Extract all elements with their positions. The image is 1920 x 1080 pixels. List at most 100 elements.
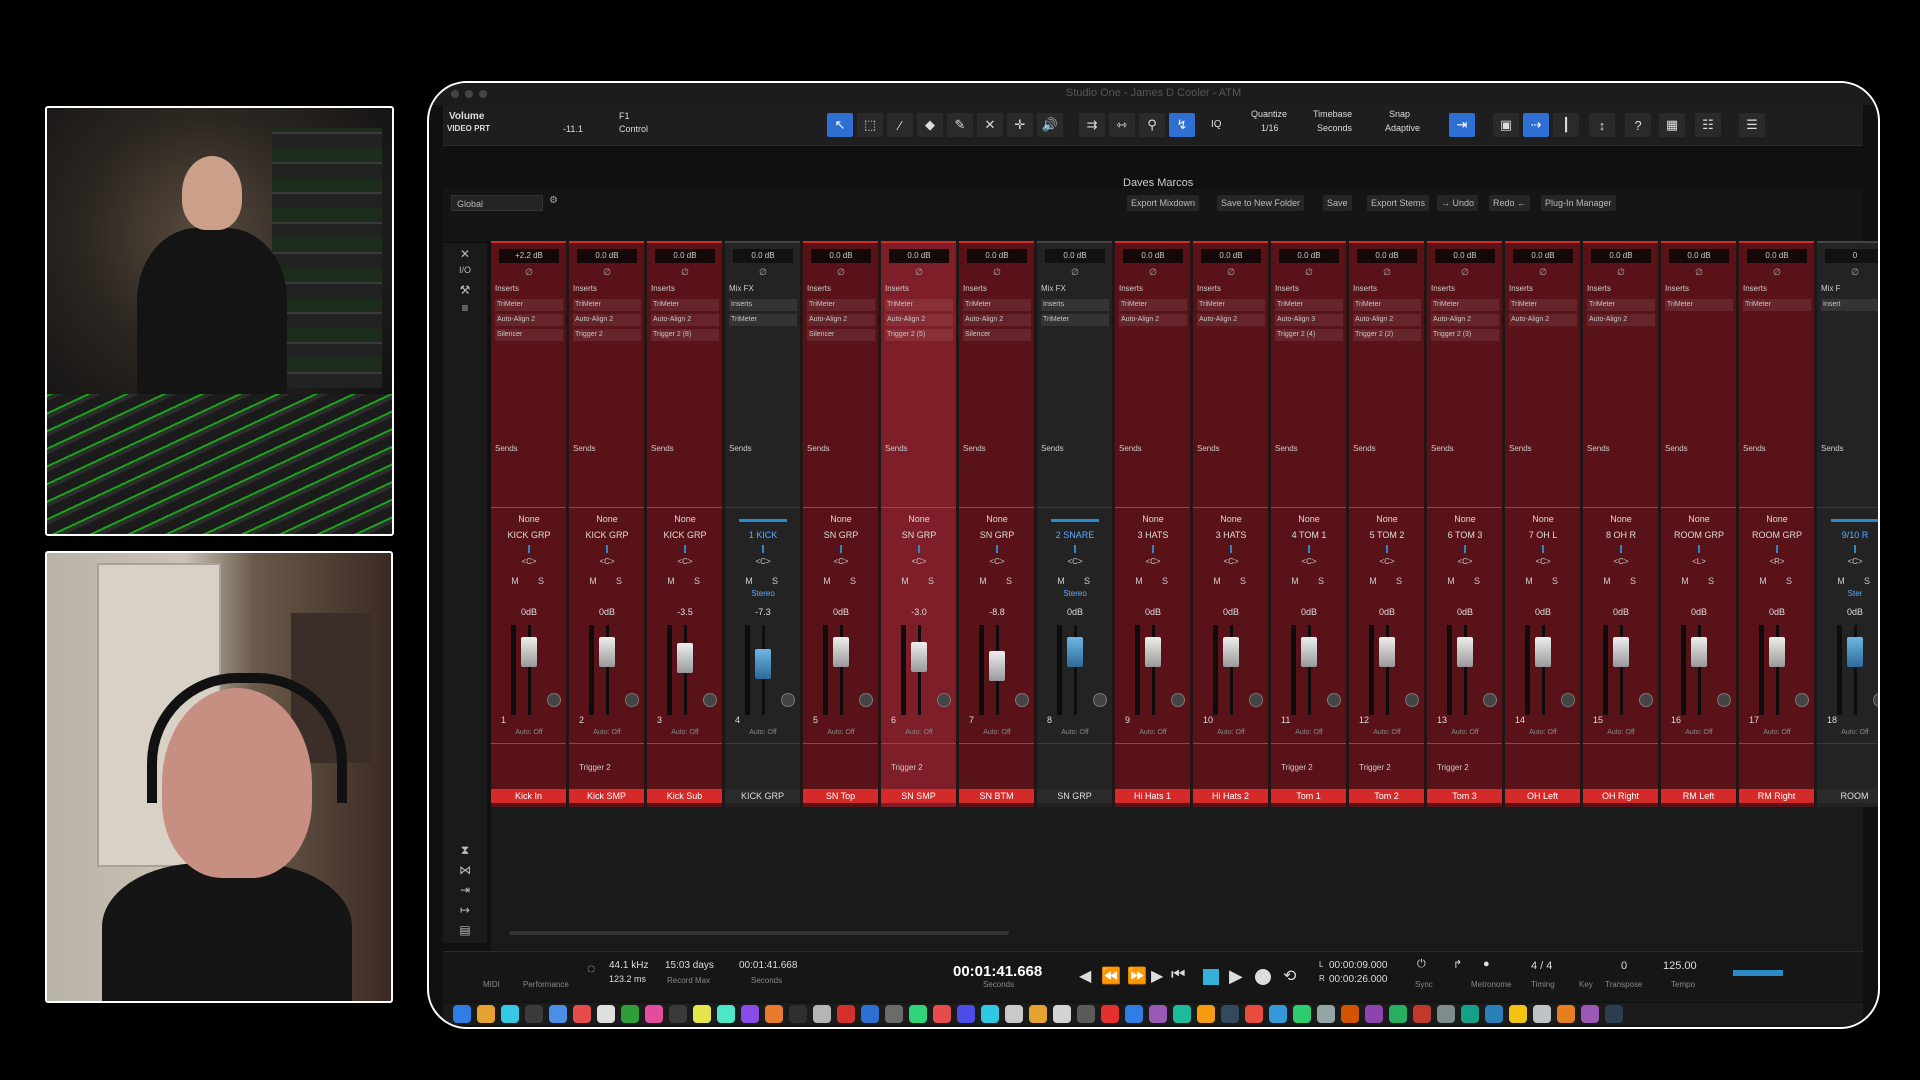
io-toggle[interactable]: I/O [443, 265, 487, 275]
input-routing[interactable]: None [1197, 513, 1265, 526]
output-routing[interactable]: KICK GRP [651, 529, 719, 542]
app-icon[interactable] [1485, 1005, 1503, 1023]
app-icon[interactable] [501, 1005, 519, 1023]
volume-value[interactable]: 0dB [1275, 607, 1343, 617]
control-sub[interactable]: Control [619, 124, 648, 134]
sends-header[interactable]: Sends [1353, 443, 1421, 455]
mixer-channel[interactable]: 0 ∅ Mix F Insert Sends 9/10 R <C> M S Ster 0dB 18 Au… [1817, 241, 1878, 807]
solo-button[interactable]: S [1469, 575, 1485, 588]
pan-value[interactable]: <C> [573, 557, 641, 566]
pan-value[interactable]: <C> [1275, 557, 1343, 566]
phase-invert-icon[interactable]: ∅ [1065, 267, 1085, 278]
pan-value[interactable]: <C> [1509, 557, 1577, 566]
time-signature[interactable]: 4 / 4 [1531, 960, 1552, 972]
inserts-header[interactable]: Inserts [1431, 283, 1499, 295]
phase-invert-icon[interactable]: ∅ [519, 267, 539, 278]
pan-value[interactable]: <L> [1665, 557, 1733, 566]
solo-button[interactable]: S [1781, 575, 1797, 588]
volume-value[interactable]: 0dB [495, 607, 563, 617]
mute-button[interactable]: M [585, 575, 601, 588]
app-icon[interactable] [1293, 1005, 1311, 1023]
shuffle-button[interactable]: ⇉ [1079, 113, 1105, 137]
insert-slot[interactable]: Auto-Align 2 [1197, 314, 1265, 326]
inserts-header[interactable]: Inserts [651, 283, 719, 295]
sends-header[interactable]: Sends [573, 443, 641, 455]
app-icon[interactable] [933, 1005, 951, 1023]
app-icon[interactable] [1581, 1005, 1599, 1023]
channel-name[interactable]: Kick In [491, 789, 566, 803]
phase-invert-icon[interactable]: ∅ [831, 267, 851, 278]
solo-button[interactable]: S [1079, 575, 1095, 588]
track-param-value[interactable]: -11.1 [563, 124, 583, 134]
play-button[interactable]: ▶ [1229, 966, 1243, 987]
input-routing[interactable]: None [1275, 513, 1343, 526]
sends-header[interactable]: Sends [1431, 443, 1499, 455]
pan-value[interactable]: <C> [963, 557, 1031, 566]
output-routing[interactable]: SN GRP [885, 529, 953, 542]
volume-value[interactable]: 0dB [1743, 607, 1811, 617]
mixer-channel[interactable]: 0.0 dB ∅ Inserts TriMeter Auto-Align 3 Trigge… [1271, 241, 1347, 807]
insert-slot[interactable]: TriMeter [1431, 299, 1499, 311]
help-button[interactable]: ? [1625, 113, 1651, 137]
pan-indicator[interactable] [762, 545, 764, 553]
mixer-channel[interactable]: 0.0 dB ∅ Inserts TriMeter Auto-Align 2 Silenc… [959, 241, 1035, 807]
input-routing[interactable]: None [807, 513, 875, 526]
volume-fader[interactable] [1145, 637, 1161, 667]
volume-value[interactable]: 0dB [1821, 607, 1878, 617]
insert-slot[interactable]: Auto-Align 2 [963, 314, 1031, 326]
insert-slot[interactable]: TriMeter [1197, 299, 1265, 311]
input-gain[interactable]: 0.0 dB [1513, 249, 1573, 263]
insert-slot[interactable]: TriMeter [963, 299, 1031, 311]
volume-value[interactable]: 0dB [1431, 607, 1499, 617]
insert-slot[interactable]: Trigger 2 (3) [1431, 329, 1499, 341]
mute-button[interactable]: M [819, 575, 835, 588]
app-icon[interactable] [645, 1005, 663, 1023]
pan-indicator[interactable] [1074, 545, 1076, 553]
solo-button[interactable]: S [611, 575, 627, 588]
export-stems-button[interactable]: Export Stems [1367, 195, 1430, 211]
sync-icon[interactable]: ⏻ [1417, 958, 1426, 971]
insert-slot[interactable]: Trigger 2 (2) [1353, 329, 1421, 341]
insert-slot[interactable]: TriMeter [1665, 299, 1733, 311]
volume-fader[interactable] [1379, 637, 1395, 667]
inserts-header[interactable]: Mix F [1821, 283, 1878, 295]
input-routing[interactable]: None [1119, 513, 1187, 526]
insert-slot[interactable]: Auto-Align 2 [495, 314, 563, 326]
solo-button[interactable]: S [845, 575, 861, 588]
output-icon[interactable]: ↦ [443, 903, 487, 917]
macro-scope-select[interactable]: Global [451, 195, 543, 211]
automation-mode[interactable]: Auto: Off [963, 729, 1031, 736]
phase-invert-icon[interactable]: ∅ [909, 267, 929, 278]
solo-button[interactable]: S [533, 575, 549, 588]
insert-slot[interactable]: TriMeter [885, 299, 953, 311]
solo-button[interactable]: S [1859, 575, 1875, 588]
time-primary-unit[interactable]: Seconds [983, 980, 1014, 989]
inserts-header[interactable]: Inserts [1743, 283, 1811, 295]
pan-value[interactable]: <C> [1587, 557, 1655, 566]
app-icon[interactable] [1077, 1005, 1095, 1023]
bend-tool-button[interactable]: ✛ [1007, 113, 1033, 137]
metronome-icon[interactable]: ● [1483, 958, 1490, 970]
app-icon[interactable] [981, 1005, 999, 1023]
aux-knob[interactable] [1249, 693, 1263, 707]
input-routing[interactable]: None [963, 513, 1031, 526]
channel-name[interactable]: OH Left [1505, 789, 1580, 803]
app-icon[interactable] [1317, 1005, 1335, 1023]
listen-tool-button[interactable]: 🔊 [1037, 113, 1063, 137]
phase-invert-icon[interactable]: ∅ [597, 267, 617, 278]
output-routing[interactable]: ROOM GRP [1665, 529, 1733, 542]
mixer-channel[interactable]: +2.2 dB ∅ Inserts TriMeter Auto-Align 2 Silen… [491, 241, 567, 807]
input-routing[interactable]: None [1509, 513, 1577, 526]
solo-button[interactable]: S [1391, 575, 1407, 588]
app-icon[interactable] [1437, 1005, 1455, 1023]
insert-slot[interactable]: TriMeter [495, 299, 563, 311]
time-primary[interactable]: 00:01:41.668 [953, 963, 1042, 980]
app-icon[interactable] [573, 1005, 591, 1023]
insert-slot[interactable]: Silencer [495, 329, 563, 341]
mixer-channel[interactable]: 0.0 dB ∅ Inserts TriMeter Sends None ROOM GRP <… [1661, 241, 1737, 807]
mute-tool-button[interactable]: ✕ [977, 113, 1003, 137]
volume-fader[interactable] [989, 651, 1005, 681]
automation-mode[interactable]: Auto: Off [1353, 729, 1421, 736]
automation-mode[interactable]: Auto: Off [573, 729, 641, 736]
pan-value[interactable]: <C> [495, 557, 563, 566]
